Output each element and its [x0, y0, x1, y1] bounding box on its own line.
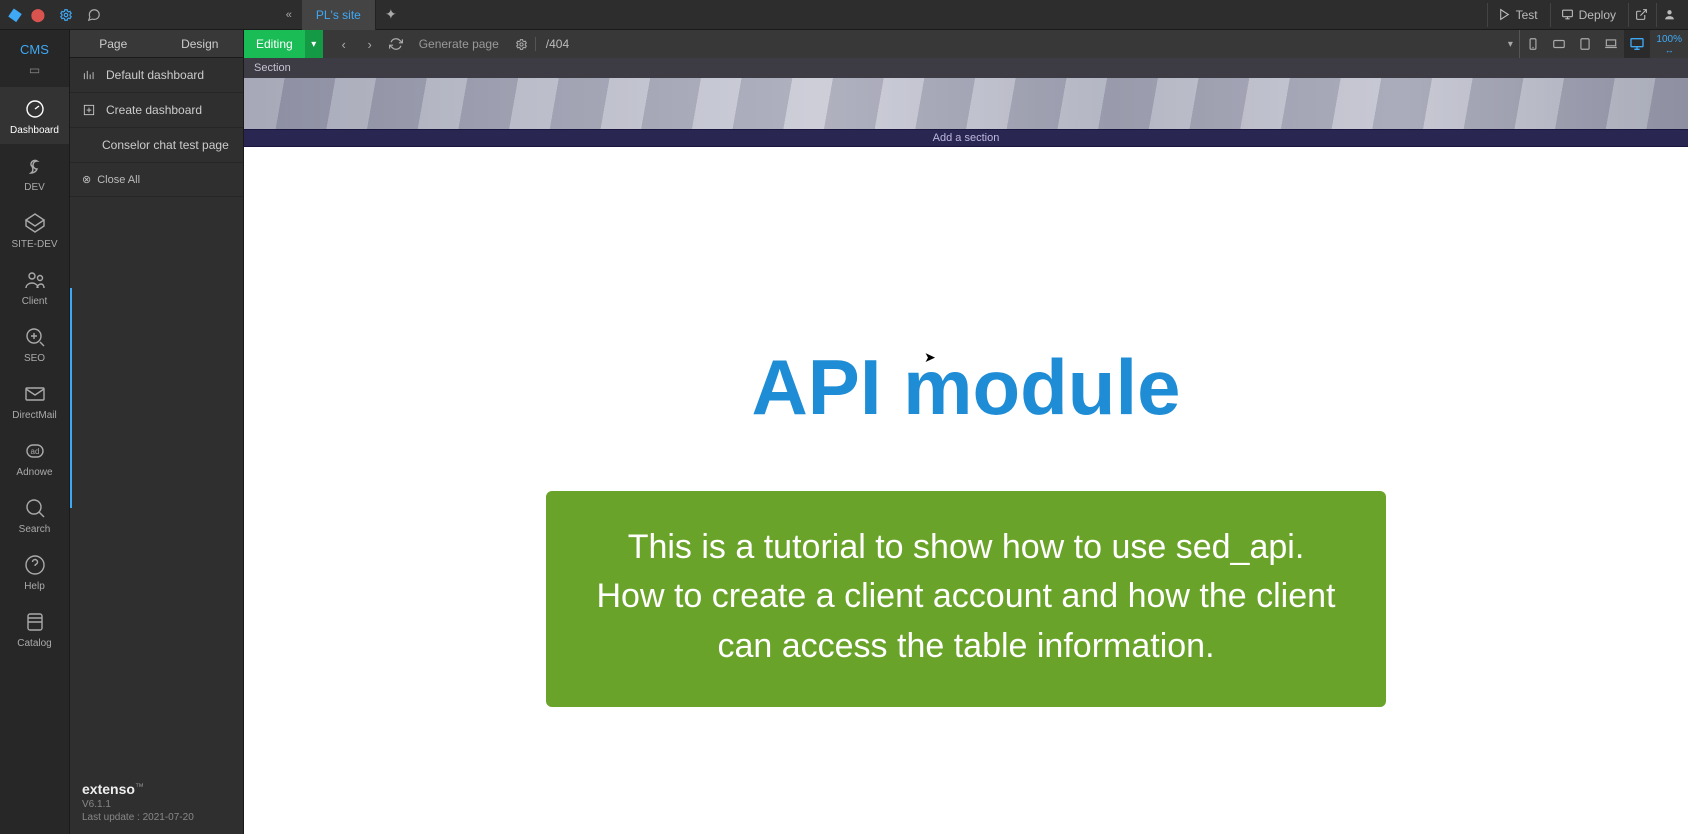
menu-default-dashboard[interactable]: Default dashboard — [70, 58, 243, 93]
nav-back-icon[interactable]: ‹ — [331, 30, 357, 58]
device-mobile-icon[interactable] — [1520, 30, 1546, 58]
page-toolbar: Editing ▾ ‹ › Generate page /404 ▾ 100%↔ — [244, 30, 1688, 58]
device-desktop-icon[interactable] — [1624, 30, 1650, 58]
user-icon[interactable] — [1656, 3, 1682, 27]
generate-page-button[interactable]: Generate page — [409, 37, 509, 51]
tab-design[interactable]: Design — [157, 30, 244, 58]
add-tab-button[interactable]: ✦ — [376, 6, 406, 23]
panel-footer: extenso™ V6.1.1 Last update : 2021-07-20 — [70, 772, 243, 834]
add-section-button[interactable]: Add a section — [244, 129, 1688, 147]
gear-icon[interactable] — [54, 3, 78, 27]
close-all-button[interactable]: ⊗ Close All — [70, 163, 243, 197]
deploy-button[interactable]: Deploy — [1550, 3, 1626, 27]
rail-dev[interactable]: DEV — [0, 144, 69, 201]
device-tablet-portrait-icon[interactable] — [1572, 30, 1598, 58]
active-indicator — [70, 288, 72, 508]
page-canvas: Section Add a section ➤ API module This … — [244, 58, 1688, 834]
close-icon: ⊗ — [82, 173, 91, 186]
tab-page[interactable]: Page — [70, 30, 157, 58]
rail-adnowe[interactable]: ad Adnowe — [0, 429, 69, 486]
page-body: ➤ API module This is a tutorial to show … — [244, 147, 1688, 834]
site-tab[interactable]: PL's site — [302, 0, 376, 30]
app-logo-icon: ◆ — [6, 3, 23, 26]
rail-search[interactable]: Search — [0, 486, 69, 543]
tab-collapse-button[interactable]: « — [276, 0, 302, 30]
url-path[interactable]: /404 — [535, 37, 579, 51]
rail-sitedev[interactable]: SITE-DEV — [0, 201, 69, 258]
topbar: ◆ ⬤ « PL's site ✦ Test Deploy — [0, 0, 1688, 30]
rail-help[interactable]: Help — [0, 543, 69, 600]
url-dropdown-icon[interactable]: ▾ — [1501, 39, 1519, 50]
side-panel: Page Design Default dashboard Create das… — [70, 30, 244, 834]
editing-dropdown-icon[interactable]: ▾ — [305, 30, 323, 58]
rail-directmail[interactable]: DirectMail — [0, 372, 69, 429]
page-settings-icon[interactable] — [509, 30, 535, 58]
menu-icon[interactable]: ▭ — [29, 63, 40, 77]
intro-callout: This is a tutorial to show how to use se… — [546, 491, 1386, 707]
breadcrumb[interactable]: Section — [244, 58, 1688, 78]
rail-seo[interactable]: SEO — [0, 315, 69, 372]
device-tablet-landscape-icon[interactable] — [1546, 30, 1572, 58]
editing-mode-button[interactable]: Editing — [244, 30, 305, 58]
svg-text:ad: ad — [30, 447, 39, 456]
record-icon[interactable]: ⬤ — [26, 3, 50, 27]
rail-dashboard[interactable]: Dashboard — [0, 87, 69, 144]
rail-client[interactable]: Client — [0, 258, 69, 315]
page-title: API module — [244, 147, 1688, 433]
test-button[interactable]: Test — [1487, 3, 1548, 27]
chat-icon[interactable] — [82, 3, 106, 27]
cms-label[interactable]: CMS — [20, 36, 49, 63]
hero-image-strip — [244, 78, 1688, 129]
zoom-control[interactable]: 100%↔ — [1650, 34, 1688, 55]
left-rail: CMS ▭ Dashboard DEV SITE-DEV Client SEO … — [0, 30, 70, 834]
menu-conselor-chat[interactable]: Conselor chat test page — [70, 128, 243, 163]
menu-create-dashboard[interactable]: Create dashboard — [70, 93, 243, 128]
nav-forward-icon[interactable]: › — [357, 30, 383, 58]
rail-catalog[interactable]: Catalog — [0, 600, 69, 657]
refresh-icon[interactable] — [383, 30, 409, 58]
external-link-icon[interactable] — [1628, 3, 1654, 27]
device-laptop-icon[interactable] — [1598, 30, 1624, 58]
